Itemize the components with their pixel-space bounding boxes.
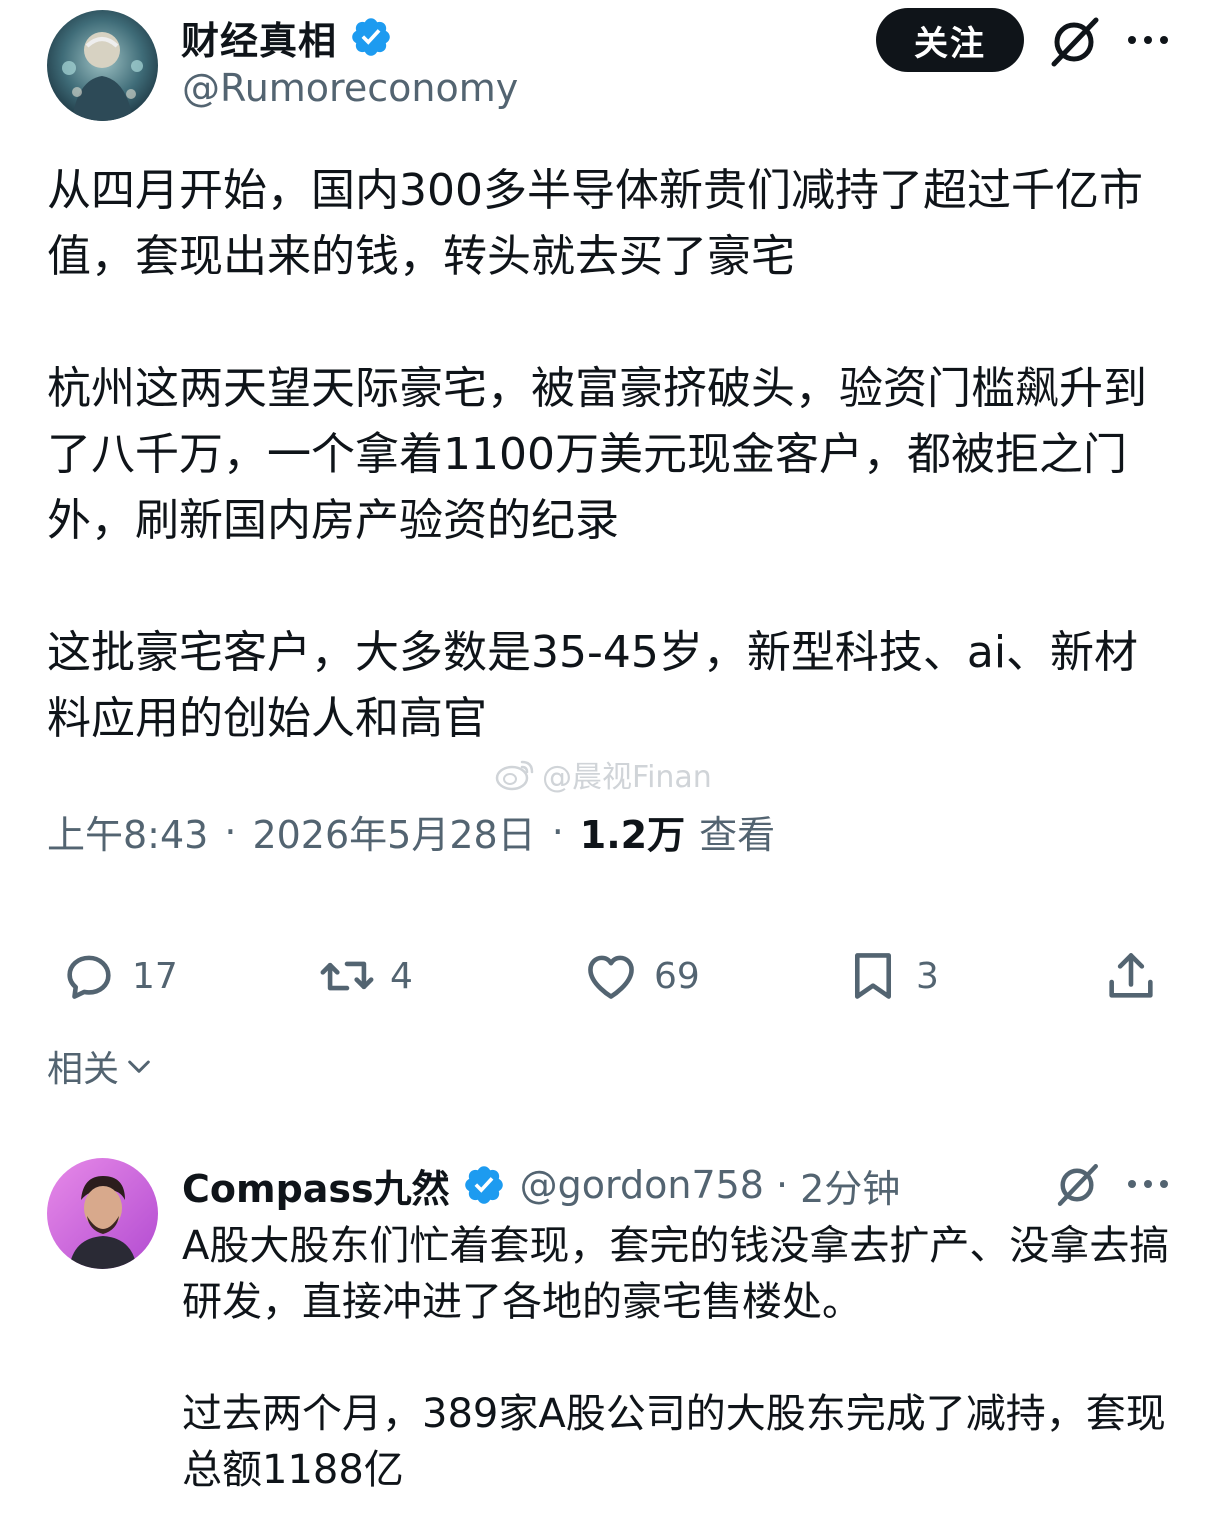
tweet-detail-page: 财经真相 @Rumoreconomy 关注 从四月开始，国内300多半导体新贵们… <box>0 0 1212 1540</box>
heart-icon <box>588 955 634 999</box>
author-handle[interactable]: @Rumoreconomy <box>182 66 518 110</box>
weibo-watermark: @晨视Finan <box>494 752 712 796</box>
bookmark-count: 3 <box>916 955 939 997</box>
reply-button[interactable]: 17 <box>60 940 178 1012</box>
reply-count: 17 <box>132 955 178 997</box>
tweet-meta: 上午8:43 · 2026年5月28日 · 1.2万 查看 <box>47 804 775 859</box>
tweet-paragraph: 从四月开始，国内300多半导体新贵们减持了超过千亿市值，套现出来的钱，转头就去买… <box>47 165 1143 282</box>
share-icon <box>1109 953 1153 998</box>
author-avatar[interactable] <box>47 10 158 121</box>
separator-dot: · <box>224 809 237 854</box>
retweet-button[interactable]: 4 <box>318 940 413 1012</box>
reply-author-avatar[interactable] <box>47 1158 158 1269</box>
grok-icon[interactable] <box>1052 1160 1102 1210</box>
like-count: 69 <box>654 955 700 997</box>
separator-dot: · <box>775 1163 789 1207</box>
tweet-paragraph: 这批豪宅客户，大多数是35-45岁，新型科技、ai、新材料应用的创始人和高官 <box>47 627 1139 744</box>
views-label[interactable]: 查看 <box>699 804 775 859</box>
follow-button[interactable]: 关注 <box>876 8 1024 72</box>
reply-handle[interactable]: @gordon758 <box>520 1163 764 1207</box>
verified-badge-icon <box>464 1166 503 1204</box>
reply-time[interactable]: 2分钟 <box>800 1158 900 1213</box>
verified-badge-icon <box>352 18 390 56</box>
grok-icon[interactable] <box>1046 14 1102 70</box>
bookmark-button[interactable]: 3 <box>844 940 939 1012</box>
reply-paragraph: A股大股东们忙着套现，套完的钱没拿去扩产、没拿去搞研发，直接冲进了各地的豪宅售楼… <box>182 1223 1170 1325</box>
author-display-name[interactable]: 财经真相 <box>181 10 337 65</box>
reply-header: Compass九然 @gordon758 · 2分钟 <box>182 1158 900 1212</box>
tweet-action-bar: 17 4 69 3 <box>0 940 1212 1012</box>
watermark-text: @晨视Finan <box>542 760 712 795</box>
separator-dot: · <box>551 809 564 854</box>
like-button[interactable]: 69 <box>582 940 700 1012</box>
reply-display-name[interactable]: Compass九然 <box>182 1158 450 1213</box>
retweet-icon <box>320 961 374 991</box>
author-name-row[interactable]: 财经真相 <box>181 10 393 65</box>
more-options-icon[interactable] <box>1124 1172 1172 1196</box>
more-options-icon[interactable] <box>1124 28 1172 52</box>
share-button[interactable] <box>1102 940 1160 1012</box>
tweet-text: 从四月开始，国内300多半导体新贵们减持了超过千亿市值，套现出来的钱，转头就去买… <box>47 158 1177 752</box>
related-label: 相关 <box>47 1049 120 1090</box>
tweet-time[interactable]: 上午8:43 <box>47 804 208 859</box>
retweet-count: 4 <box>390 955 413 997</box>
related-toggle[interactable]: 相关 <box>47 1040 155 1092</box>
reply-text: A股大股东们忙着套现，套完的钱没拿去扩产、没拿去搞研发，直接冲进了各地的豪宅售楼… <box>182 1218 1182 1498</box>
bookmark-icon <box>854 953 892 999</box>
reply-paragraph: 过去两个月，389家A股公司的大股东完成了减持，套现总额1188亿 <box>182 1391 1166 1493</box>
chevron-down-icon <box>128 1060 150 1073</box>
tweet-paragraph: 杭州这两天望天际豪宅，被富豪挤破头，验资门槛飙升到了八千万，一个拿着1100万美… <box>47 363 1147 546</box>
reply-icon <box>67 955 111 999</box>
weibo-logo-icon <box>495 760 534 791</box>
views-count[interactable]: 1.2万 <box>580 804 685 859</box>
tweet-date[interactable]: 2026年5月28日 <box>252 804 535 859</box>
